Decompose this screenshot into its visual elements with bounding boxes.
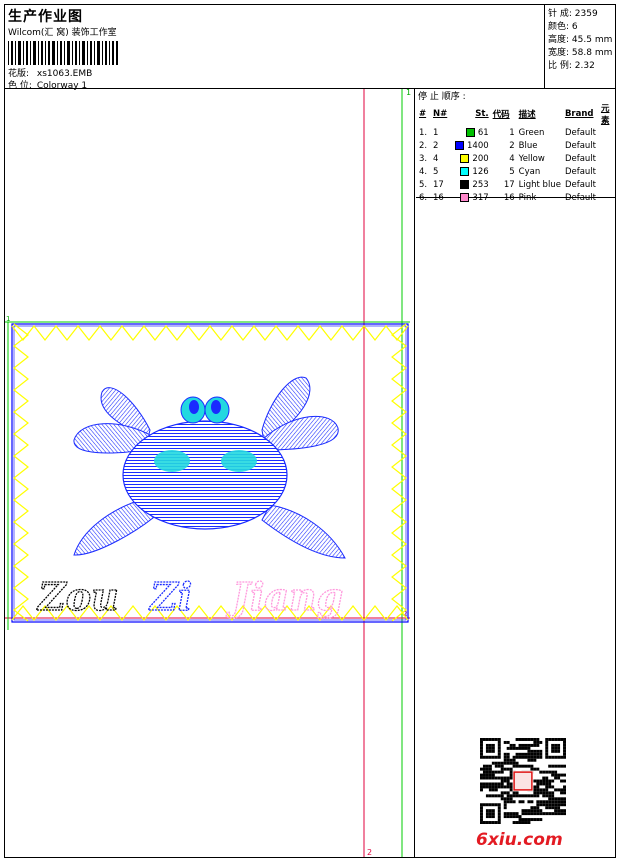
crab-body [122, 420, 288, 530]
guide-label-bottom: 2 [367, 848, 372, 857]
embroidery-text: Zou Zi Jiang [35, 573, 344, 619]
site-logo: 6xiu.com [476, 830, 563, 850]
text-word-2: Zi [148, 574, 192, 619]
right-pupil [211, 400, 221, 414]
embroidery-layout: 1 2 1 2 Zou Zi Jiang [5, 88, 411, 857]
guide-label-top: 1 [406, 88, 411, 97]
qr-code-icon [480, 738, 566, 824]
left-pupil [189, 400, 199, 414]
right-cheek [221, 450, 257, 472]
zigzag-segment [13, 323, 29, 622]
crab-embroidery [73, 376, 346, 559]
zigzag-segment [391, 323, 407, 622]
hoop-corner-label: 1 [6, 315, 10, 323]
zigzag-segment [11, 325, 409, 341]
text-word-1: Zou [36, 574, 119, 619]
text-word-3: Jiang [226, 574, 343, 619]
right-leg [261, 504, 346, 559]
left-cheek [154, 450, 190, 472]
